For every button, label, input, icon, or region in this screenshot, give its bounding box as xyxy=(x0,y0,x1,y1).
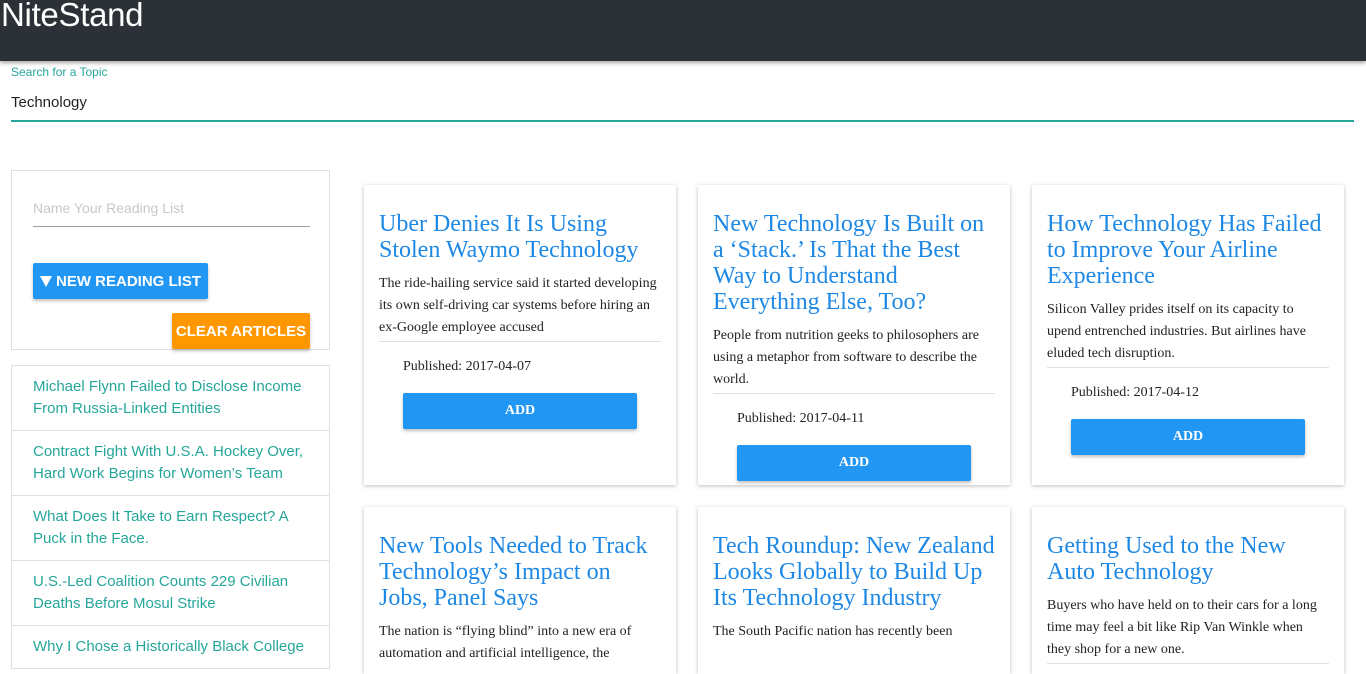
new-reading-list-label: NEW READING LIST xyxy=(56,272,201,290)
headline-item[interactable]: What Does It Take to Earn Respect? A Puc… xyxy=(12,496,329,561)
card-divider xyxy=(713,393,995,394)
triangle-down-icon xyxy=(40,276,52,287)
article-summary: People from nutrition geeks to philosoph… xyxy=(713,328,979,387)
article-summary: The ride-hailing service said it started… xyxy=(379,276,657,335)
app-title[interactable]: NiteStand xyxy=(1,0,144,34)
headline-item[interactable]: Michael Flynn Failed to Disclose Income … xyxy=(12,366,329,431)
article-published-date: Published: 2017-04-07 xyxy=(403,359,531,374)
article-title[interactable]: How Technology Has Failed to Improve You… xyxy=(1047,211,1329,289)
article-card: Uber Denies It Is Using Stolen Waymo Tec… xyxy=(364,185,676,485)
article-title[interactable]: Getting Used to the New Auto Technology xyxy=(1047,533,1329,585)
search-label: Search for a Topic xyxy=(11,65,108,79)
article-card: How Technology Has Failed to Improve You… xyxy=(1032,185,1344,485)
article-card: Tech Roundup: New Zealand Looks Globally… xyxy=(698,507,1010,674)
add-article-button[interactable]: ADD xyxy=(737,445,971,481)
add-article-button[interactable]: ADD xyxy=(403,393,637,429)
article-summary: The South Pacific nation has recently be… xyxy=(713,624,953,639)
card-divider xyxy=(379,341,661,342)
article-summary: Silicon Valley prides itself on its capa… xyxy=(1047,302,1306,361)
card-divider xyxy=(1047,367,1329,368)
search-input[interactable] xyxy=(11,84,1354,122)
article-card: New Tools Needed to Track Technology’s I… xyxy=(364,507,676,674)
new-reading-list-button[interactable]: NEW READING LIST xyxy=(33,263,208,299)
article-title[interactable]: New Technology Is Built on a ‘Stack.’ Is… xyxy=(713,211,995,315)
headline-item[interactable]: U.S.-Led Coalition Counts 229 Civilian D… xyxy=(12,561,329,626)
article-title[interactable]: New Tools Needed to Track Technology’s I… xyxy=(379,533,661,611)
headline-item[interactable]: Why I Chose a Historically Black College xyxy=(12,626,329,668)
reading-list-panel: NEW READING LIST CLEAR ARTICLES xyxy=(11,170,330,350)
headline-item[interactable]: Contract Fight With U.S.A. Hockey Over, … xyxy=(12,431,329,496)
reading-list-name-input[interactable] xyxy=(33,189,310,227)
article-title[interactable]: Tech Roundup: New Zealand Looks Globally… xyxy=(713,533,995,611)
add-article-button[interactable]: ADD xyxy=(1071,419,1305,455)
article-published-date: Published: 2017-04-11 xyxy=(737,411,865,426)
article-card: Getting Used to the New Auto Technology … xyxy=(1032,507,1344,674)
clear-articles-button[interactable]: CLEAR ARTICLES xyxy=(172,313,310,349)
card-divider xyxy=(1047,663,1329,664)
headline-list: Michael Flynn Failed to Disclose Income … xyxy=(11,365,330,669)
article-published-date: Published: 2017-04-12 xyxy=(1071,385,1199,400)
article-summary: Buyers who have held on to their cars fo… xyxy=(1047,598,1317,657)
navbar: NiteStand xyxy=(0,0,1366,61)
article-summary: The nation is “flying blind” into a new … xyxy=(379,624,632,661)
article-card: New Technology Is Built on a ‘Stack.’ Is… xyxy=(698,185,1010,485)
article-title[interactable]: Uber Denies It Is Using Stolen Waymo Tec… xyxy=(379,211,661,263)
